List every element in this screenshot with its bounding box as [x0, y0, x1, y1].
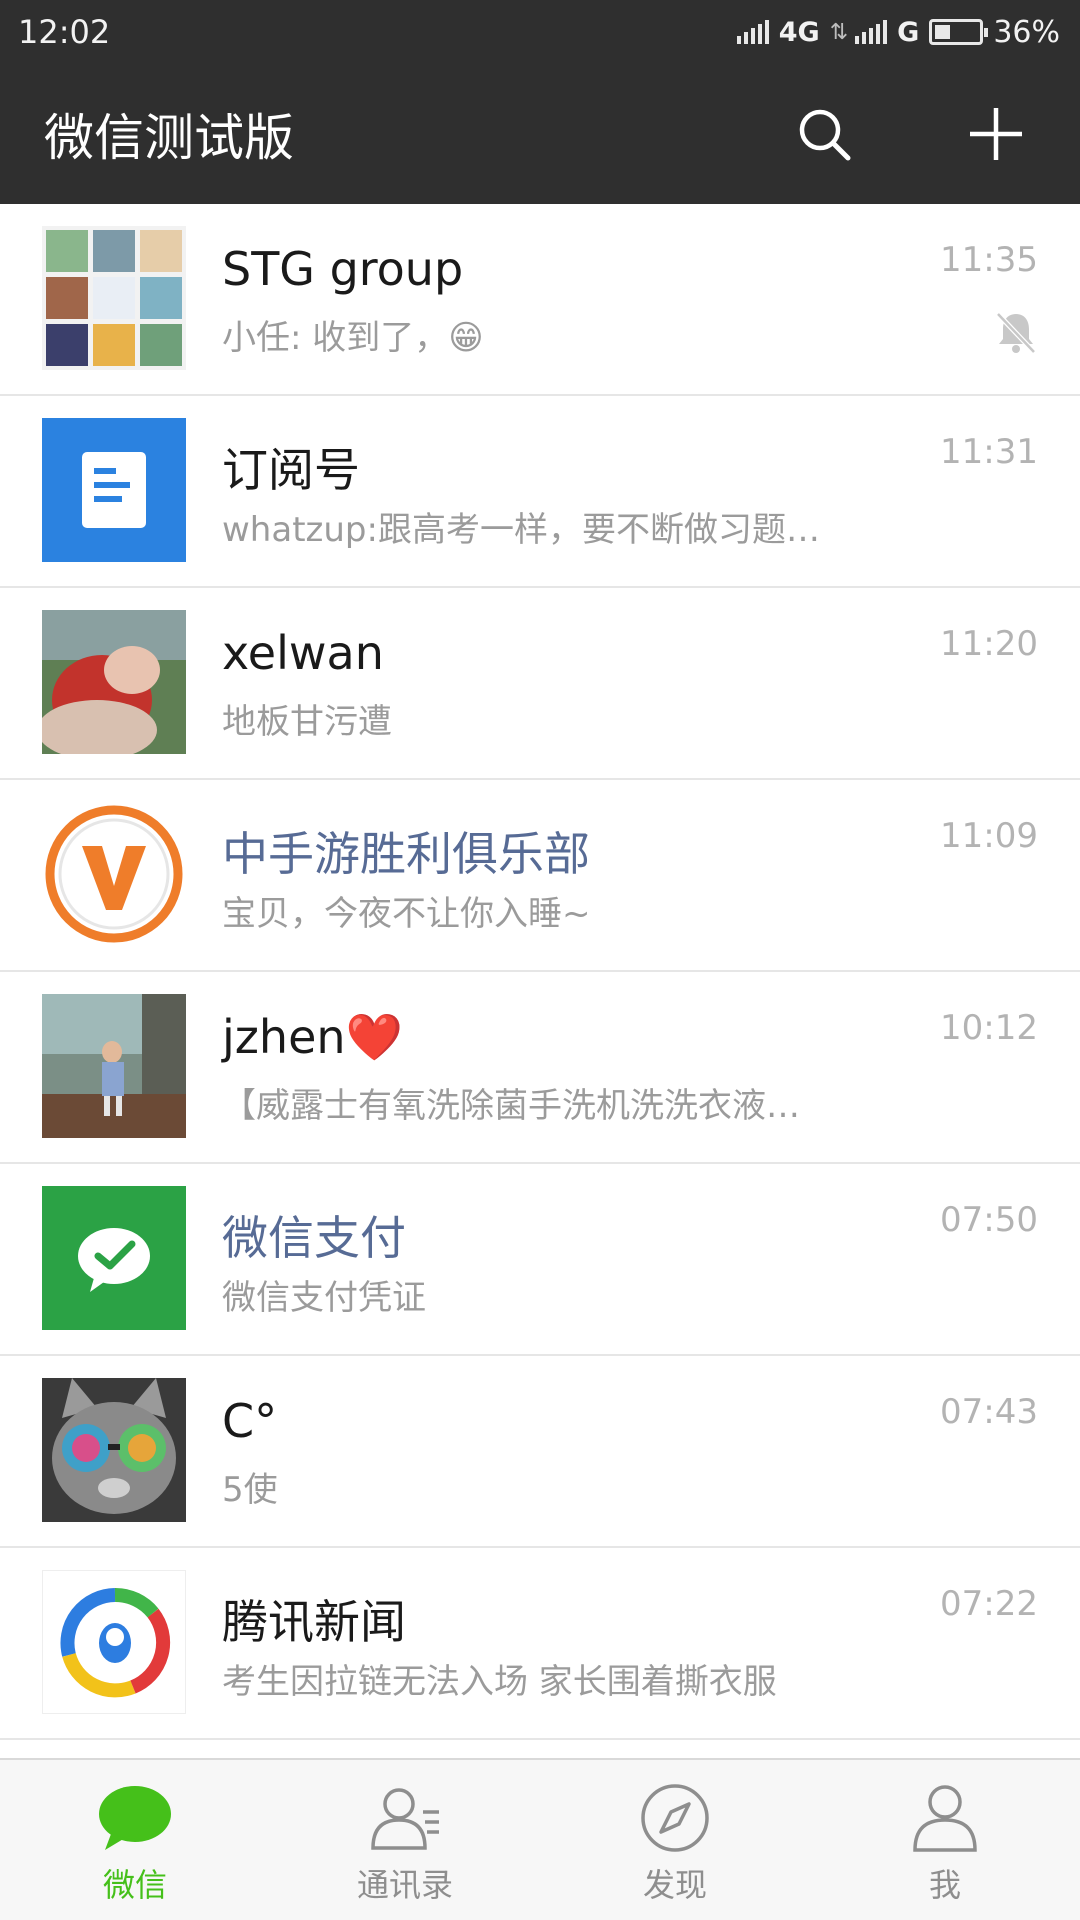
chat-name: C° — [222, 1394, 278, 1448]
network-type-1: 4G — [778, 16, 820, 48]
chat-name: xelwan — [222, 626, 384, 680]
chat-time: 07:22 — [940, 1584, 1038, 1624]
chat-preview: 地板甘污遭 — [222, 702, 392, 742]
chat-name: 中手游胜利俱乐部 — [222, 827, 590, 881]
chat-preview: whatzup:跟高考一样，要不断做习题… — [222, 510, 820, 550]
chat-name: 订阅号 — [222, 443, 360, 497]
chat-name: STG group — [222, 242, 464, 296]
battery-icon — [929, 19, 989, 45]
group-avatar — [42, 226, 186, 370]
signal-icon-2 — [855, 20, 888, 44]
network-type-2: G — [897, 16, 920, 48]
status-indicators: 4G ⇅ G 36% — [736, 14, 1060, 50]
tab-discover[interactable]: 发现 — [540, 1760, 810, 1920]
chat-time: 07:43 — [940, 1392, 1038, 1432]
chat-list: STG group 小任: 收到了，😁 11:35 订阅号 whatzup:跟高… — [0, 204, 1080, 1740]
plus-icon — [970, 108, 1022, 160]
tab-chats[interactable]: 微信 — [0, 1760, 270, 1920]
chat-preview: 考生因拉链无法入场 家长围着撕衣服 — [222, 1662, 777, 1702]
chat-preview: 微信支付凭证 — [222, 1278, 426, 1318]
chat-preview: 小任: 收到了，😁 — [222, 318, 484, 358]
chat-item-jzhen[interactable]: jzhen❤️ 【威露士有氧洗除菌手洗机洗洗衣液… 10:12 — [0, 972, 1080, 1164]
chat-time: 07:50 — [940, 1200, 1038, 1240]
add-button[interactable] — [956, 94, 1036, 174]
chat-preview: 【威露士有氧洗除菌手洗机洗洗衣液… — [222, 1086, 800, 1126]
tab-label: 发现 — [642, 1866, 707, 1904]
chat-item-c-degree[interactable]: C° 5使 07:43 — [0, 1356, 1080, 1548]
chat-bubble-icon — [99, 1786, 171, 1850]
subscription-avatar — [42, 418, 186, 562]
tab-contacts[interactable]: 通讯录 — [270, 1760, 540, 1920]
search-button[interactable] — [784, 94, 864, 174]
chat-time: 11:20 — [940, 624, 1038, 664]
chat-item-wechat-pay[interactable]: 微信支付 微信支付凭证 07:50 — [0, 1164, 1080, 1356]
mute-bell-icon — [996, 312, 1036, 354]
wechat-pay-avatar — [42, 1186, 186, 1330]
chat-preview: 宝贝，今夜不让你入睡~ — [222, 894, 591, 934]
app-header: 微信测试版 — [0, 64, 1080, 204]
search-icon — [799, 109, 851, 161]
chat-name: 腾讯新闻 — [222, 1595, 406, 1649]
contacts-icon — [371, 1788, 439, 1850]
compass-icon — [641, 1784, 709, 1852]
chat-item-club[interactable]: 中手游胜利俱乐部 宝贝，今夜不让你入睡~ 11:09 — [0, 780, 1080, 972]
chat-time: 11:09 — [940, 816, 1038, 856]
contact-avatar — [42, 994, 186, 1138]
cat-avatar — [42, 1378, 186, 1522]
chat-time: 10:12 — [940, 1008, 1038, 1048]
status-bar: 12:02 4G ⇅ G 36% — [0, 0, 1080, 64]
tencent-news-avatar — [42, 1570, 186, 1714]
chat-name: 微信支付 — [222, 1211, 406, 1265]
tab-me[interactable]: 我 — [810, 1760, 1080, 1920]
tab-label: 通讯录 — [356, 1866, 453, 1904]
page-title: 微信测试版 — [44, 109, 294, 167]
bottom-tab-bar: 微信 通讯录 发现 我 — [0, 1758, 1080, 1920]
battery-percent: 36% — [993, 14, 1060, 50]
club-avatar — [42, 802, 186, 946]
chat-item-stg-group[interactable]: STG group 小任: 收到了，😁 11:35 — [0, 204, 1080, 396]
chat-item-subscriptions[interactable]: 订阅号 whatzup:跟高考一样，要不断做习题… 11:31 — [0, 396, 1080, 588]
chat-time: 11:31 — [940, 432, 1038, 472]
person-icon — [913, 1785, 977, 1852]
chat-item-tencent-news[interactable]: 腾讯新闻 考生因拉链无法入场 家长围着撕衣服 07:22 — [0, 1548, 1080, 1740]
contact-avatar — [42, 610, 186, 754]
tab-label: 我 — [928, 1866, 961, 1904]
chat-time: 11:35 — [940, 240, 1038, 280]
status-time: 12:02 — [18, 13, 111, 51]
chat-preview: 5使 — [222, 1470, 278, 1510]
data-activity-icon: ⇅ — [829, 19, 849, 45]
signal-icon — [736, 20, 769, 44]
tab-label: 微信 — [102, 1866, 167, 1904]
chat-name: jzhen❤️ — [222, 1010, 403, 1064]
chat-item-xelwan[interactable]: xelwan 地板甘污遭 11:20 — [0, 588, 1080, 780]
